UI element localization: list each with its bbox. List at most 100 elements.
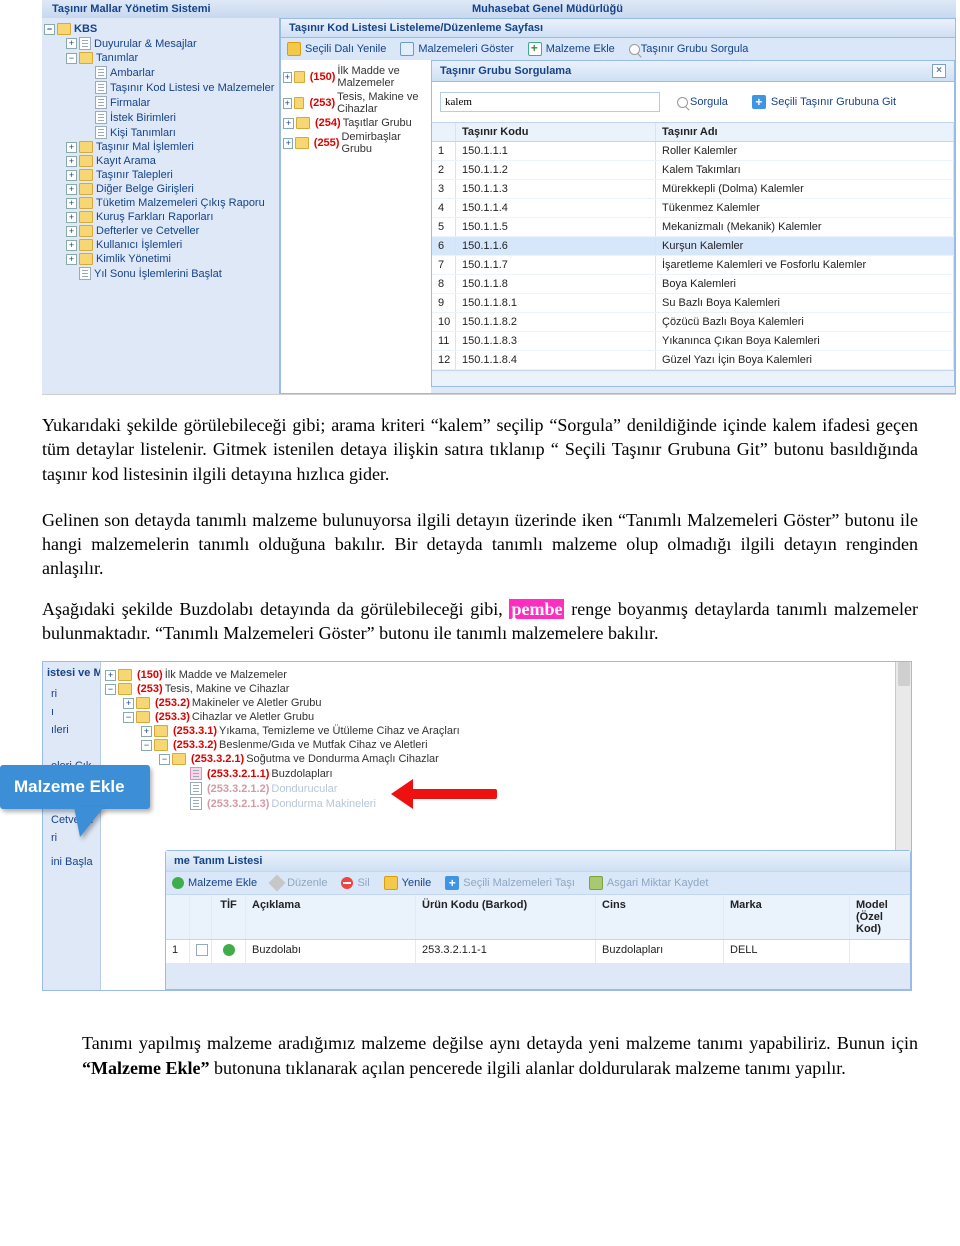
toggle-icon[interactable]: + [66, 156, 77, 167]
toggle-icon[interactable]: + [141, 726, 152, 737]
grid-row[interactable]: 3150.1.1.3Mürekkepli (Dolma) Kalemler [432, 180, 954, 199]
tree-item[interactable]: İstek Birimleri [44, 110, 277, 125]
toolbar-query-group[interactable]: Taşınır Grubu Sorgula [629, 43, 749, 55]
toolbar-refresh[interactable]: Seçili Dalı Yenile [287, 42, 386, 56]
toggle-icon[interactable]: − [123, 712, 134, 723]
def-edit-button[interactable]: Düzenle [271, 877, 327, 889]
toggle-icon[interactable]: + [105, 670, 116, 681]
tree-item[interactable]: Taşınır Kod Listesi ve Malzemeler [44, 80, 277, 95]
grid-row[interactable]: 2150.1.1.2Kalem Takımları [432, 161, 954, 180]
code-tree-item[interactable]: +(253) Tesis, Makine ve Cihazlar [283, 90, 429, 116]
code-tree[interactable]: +(150) İlk Madde ve Malzemeler+(253) Tes… [281, 60, 431, 393]
cell-code: 150.1.1.3 [456, 180, 656, 198]
tree-item[interactable]: Firmalar [44, 95, 277, 110]
s2-tree-item[interactable]: (253.3.2.1.2) Dondurucular [105, 781, 907, 796]
tree-item[interactable]: Ambarlar [44, 65, 277, 80]
left-nav-tree[interactable]: − KBS +Duyurular & Mesajlar−TanımlarAmba… [42, 18, 280, 394]
popup-close-button[interactable]: × [932, 64, 946, 78]
grid-row[interactable]: 1150.1.1.1Roller Kalemler [432, 142, 954, 161]
grid-row[interactable]: 5150.1.1.5Mekanizmalı (Mekanik) Kalemler [432, 218, 954, 237]
def-refresh-button[interactable]: Yenile [384, 876, 432, 890]
tree-item[interactable]: +Defterler ve Cetveller [44, 224, 277, 238]
toggle-icon[interactable]: + [66, 142, 77, 153]
toggle-icon[interactable]: + [66, 38, 77, 49]
scrollbar-thumb[interactable] [898, 662, 910, 686]
expand-icon[interactable]: + [283, 98, 292, 109]
expand-icon[interactable]: + [283, 118, 294, 129]
tree-item-label: İstek Birimleri [110, 112, 176, 124]
tree-item[interactable]: +Taşınır Talepleri [44, 168, 277, 182]
code-tree-item[interactable]: +(150) İlk Madde ve Malzemeler [283, 64, 429, 90]
tree-item[interactable]: +Kullanıcı İşlemleri [44, 238, 277, 252]
s2-tree-item[interactable]: −(253.3.2.1) Soğutma ve Dondurma Amaçlı … [105, 752, 907, 766]
scrollbar[interactable] [895, 662, 911, 862]
folder-icon [79, 197, 93, 209]
tree-item[interactable]: −Tanımlar [44, 51, 277, 65]
s2-tree-item[interactable]: −(253) Tesis, Makine ve Cihazlar [105, 682, 907, 696]
toggle-icon[interactable]: − [141, 740, 152, 751]
grid-row[interactable]: 6150.1.1.6Kurşun Kalemler [432, 237, 954, 256]
toggle-icon[interactable]: − [105, 684, 116, 695]
toggle-icon[interactable]: − [66, 53, 77, 64]
toggle-icon[interactable]: + [123, 698, 134, 709]
grid-row[interactable]: 8150.1.1.8Boya Kalemleri [432, 275, 954, 294]
tree-item[interactable]: +Kuruş Farkları Raporları [44, 210, 277, 224]
s2-tree-item[interactable]: (253.3.2.1.3) Dondurma Makineleri [105, 796, 907, 811]
toggle-icon[interactable]: + [66, 170, 77, 181]
tree-item[interactable]: +Kimlik Yönetimi [44, 252, 277, 266]
callout-label: Malzeme Ekle [14, 777, 125, 796]
s2-tree-item[interactable]: (253.3.2.1.1) Buzdolapları [105, 766, 907, 781]
definition-table: TİF Açıklama Ürün Kodu (Barkod) Cins Mar… [166, 894, 910, 963]
toggle-icon[interactable]: + [66, 198, 77, 209]
expand-icon[interactable]: + [283, 138, 293, 149]
toolbar-show-materials[interactable]: Malzemeleri Göster [400, 42, 513, 56]
toolbar-add-material[interactable]: Malzeme Ekle [528, 42, 615, 56]
expand-icon[interactable]: + [283, 72, 292, 83]
toggle-icon[interactable]: + [66, 184, 77, 195]
def-table-row[interactable]: 1 Buzdolabı 253.3.2.1.1-1 Buzdolapları D… [166, 940, 910, 963]
go-to-group-button[interactable]: +Seçili Taşınır Grubuna Git [745, 92, 903, 112]
tree-item[interactable]: Kişi Tanımları [44, 125, 277, 140]
toggle-icon[interactable]: + [66, 226, 77, 237]
s2-tree-item[interactable]: +(150) İlk Madde ve Malzemeler [105, 668, 907, 682]
toggle-icon[interactable]: − [159, 754, 170, 765]
toggle-icon[interactable]: + [66, 212, 77, 223]
grid-row[interactable]: 11150.1.1.8.3Yıkanınca Çıkan Boya Kaleml… [432, 332, 954, 351]
collapse-icon[interactable]: − [44, 24, 55, 35]
screenshot-app-2: istesi ve Malzemeler riıılerieleri Çıkap… [42, 661, 912, 991]
search-button[interactable]: Sorgula [670, 93, 735, 111]
toggle-icon[interactable]: + [66, 240, 77, 251]
def-min-button[interactable]: Asgari Miktar Kaydet [589, 876, 708, 890]
cell-num: 10 [432, 313, 456, 331]
toggle-icon[interactable]: + [66, 254, 77, 265]
s2-tree-item[interactable]: −(253.3) Cihazlar ve Aletler Grubu [105, 710, 907, 724]
row-num: 1 [166, 940, 190, 963]
s2-tree-item[interactable]: −(253.3.2) Beslenme/Gıda ve Mutfak Cihaz… [105, 738, 907, 752]
tree-item[interactable]: +Kayıt Arama [44, 154, 277, 168]
tree-item[interactable]: +Diğer Belge Girişleri [44, 182, 277, 196]
cell-name: Kalem Takımları [656, 161, 954, 179]
tree-item[interactable]: +Duyurular & Mesajlar [44, 36, 277, 51]
def-add-button[interactable]: Malzeme Ekle [172, 877, 257, 889]
code-number: (253.3.2.1.1) [207, 768, 269, 780]
def-delete-button[interactable]: Sil [341, 877, 369, 889]
s2-code-tree[interactable]: +(150) İlk Madde ve Malzemeler−(253) Tes… [101, 662, 911, 817]
grid-row[interactable]: 9150.1.1.8.1Su Bazlı Boya Kalemleri [432, 294, 954, 313]
row-checkbox[interactable] [196, 944, 208, 956]
search-input[interactable] [440, 92, 660, 112]
tree-item[interactable]: Yıl Sonu İşlemlerini Başlat [44, 266, 277, 281]
s2-tree-item[interactable]: +(253.2) Makineler ve Aletler Grubu [105, 696, 907, 710]
grid-row[interactable]: 4150.1.1.4Tükenmez Kalemler [432, 199, 954, 218]
tree-root[interactable]: − KBS [44, 22, 277, 36]
def-move-button[interactable]: +Seçili Malzemeleri Taşı [445, 876, 575, 890]
tree-item[interactable]: +Taşınır Mal İşlemleri [44, 140, 277, 154]
toolbar-query-label: Taşınır Grubu Sorgula [641, 43, 749, 55]
s2-tree-item[interactable]: +(253.3.1) Yıkama, Temizleme ve Ütüleme … [105, 724, 907, 738]
results-grid: Taşınır Kodu Taşınır Adı 1150.1.1.1Rolle… [431, 122, 955, 387]
code-tree-item[interactable]: +(255) Demirbaşlar Grubu [283, 130, 429, 156]
grid-row[interactable]: 10150.1.1.8.2Çözücü Bazlı Boya Kalemleri [432, 313, 954, 332]
code-tree-item[interactable]: +(254) Taşıtlar Grubu [283, 116, 429, 130]
grid-row[interactable]: 7150.1.1.7İşaretleme Kalemleri ve Fosfor… [432, 256, 954, 275]
grid-row[interactable]: 12150.1.1.8.4Güzel Yazı İçin Boya Kaleml… [432, 351, 954, 370]
tree-item[interactable]: +Tüketim Malzemeleri Çıkış Raporu [44, 196, 277, 210]
